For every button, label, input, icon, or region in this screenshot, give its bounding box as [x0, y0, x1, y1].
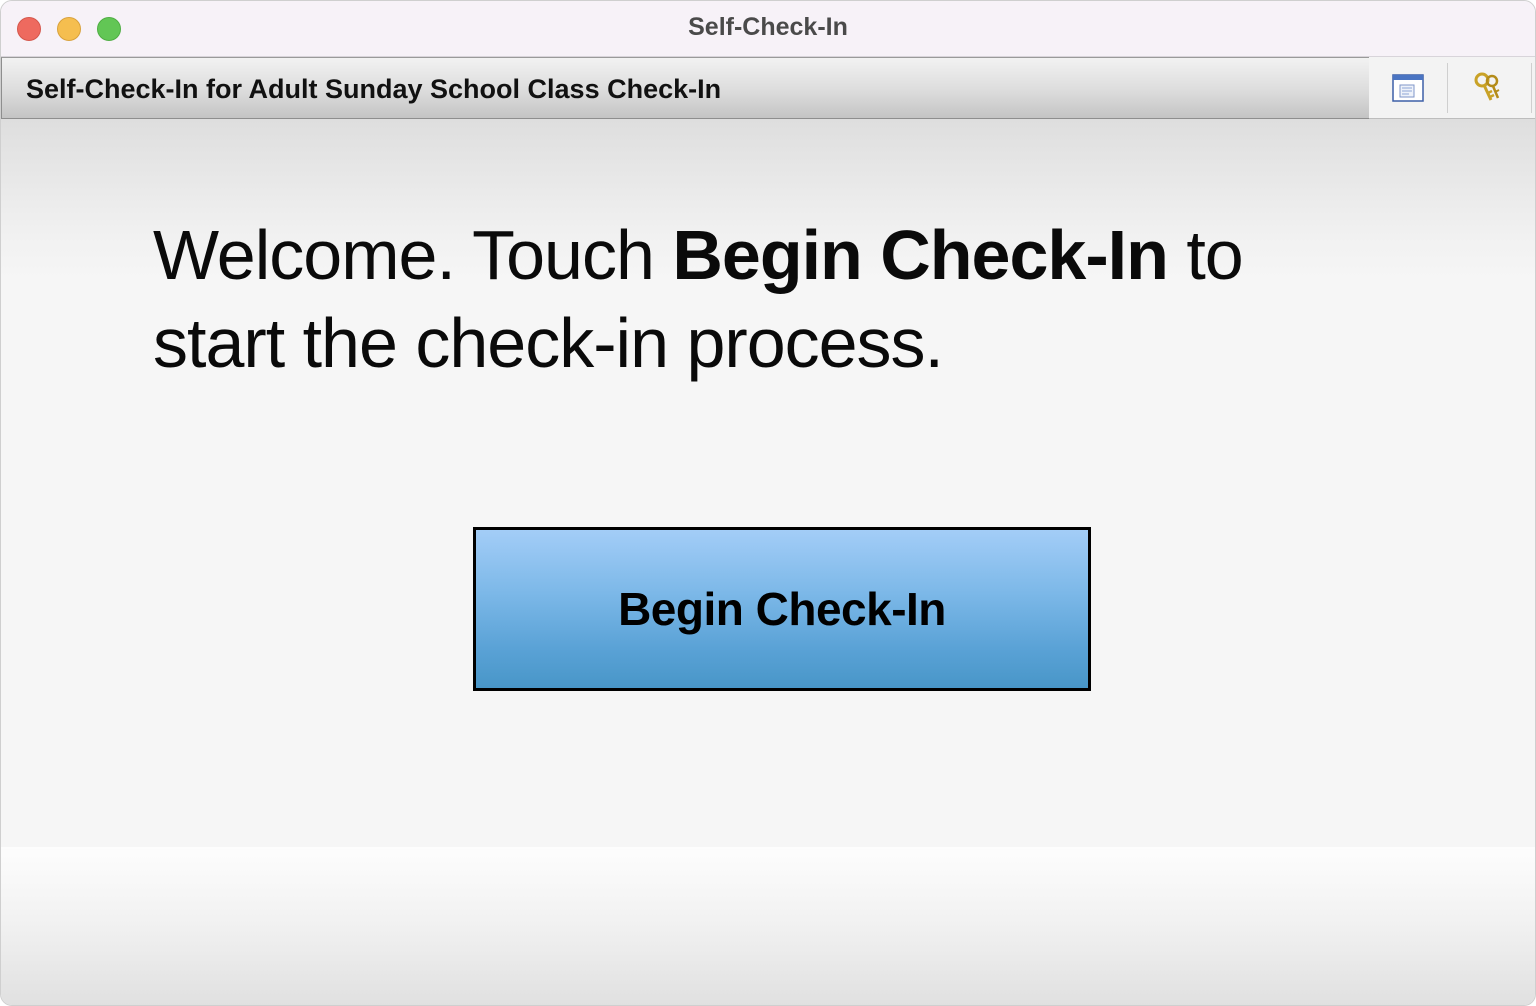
app-window: Self-Check-In Self-Check-In for Adult Su… [0, 0, 1536, 1006]
keys-icon [1474, 72, 1500, 101]
main-content: Welcome. Touch Begin Check-In to start t… [1, 119, 1535, 847]
header-bar: Self-Check-In for Adult Sunday School Cl… [1, 57, 1369, 119]
header-toolbar [1369, 57, 1535, 119]
welcome-bold-action: Begin Check-In [672, 216, 1169, 294]
window-title: Self-Check-In [688, 13, 848, 41]
title-bar: Self-Check-In [1, 1, 1535, 57]
window-icon [1392, 74, 1424, 102]
welcome-prefix: Welcome. Touch [153, 216, 673, 294]
begin-check-in-button[interactable]: Begin Check-In [473, 527, 1091, 691]
window-mode-button[interactable] [1369, 63, 1447, 113]
begin-check-in-label: Begin Check-In [618, 583, 946, 635]
header-title: Self-Check-In for Adult Sunday School Cl… [26, 74, 722, 104]
footer-area [1, 847, 1535, 1005]
welcome-message: Welcome. Touch Begin Check-In to start t… [153, 211, 1353, 387]
toolbar-separator [1447, 63, 1448, 113]
admin-keys-button[interactable] [1449, 63, 1527, 113]
toolbar-separator [1531, 63, 1532, 113]
